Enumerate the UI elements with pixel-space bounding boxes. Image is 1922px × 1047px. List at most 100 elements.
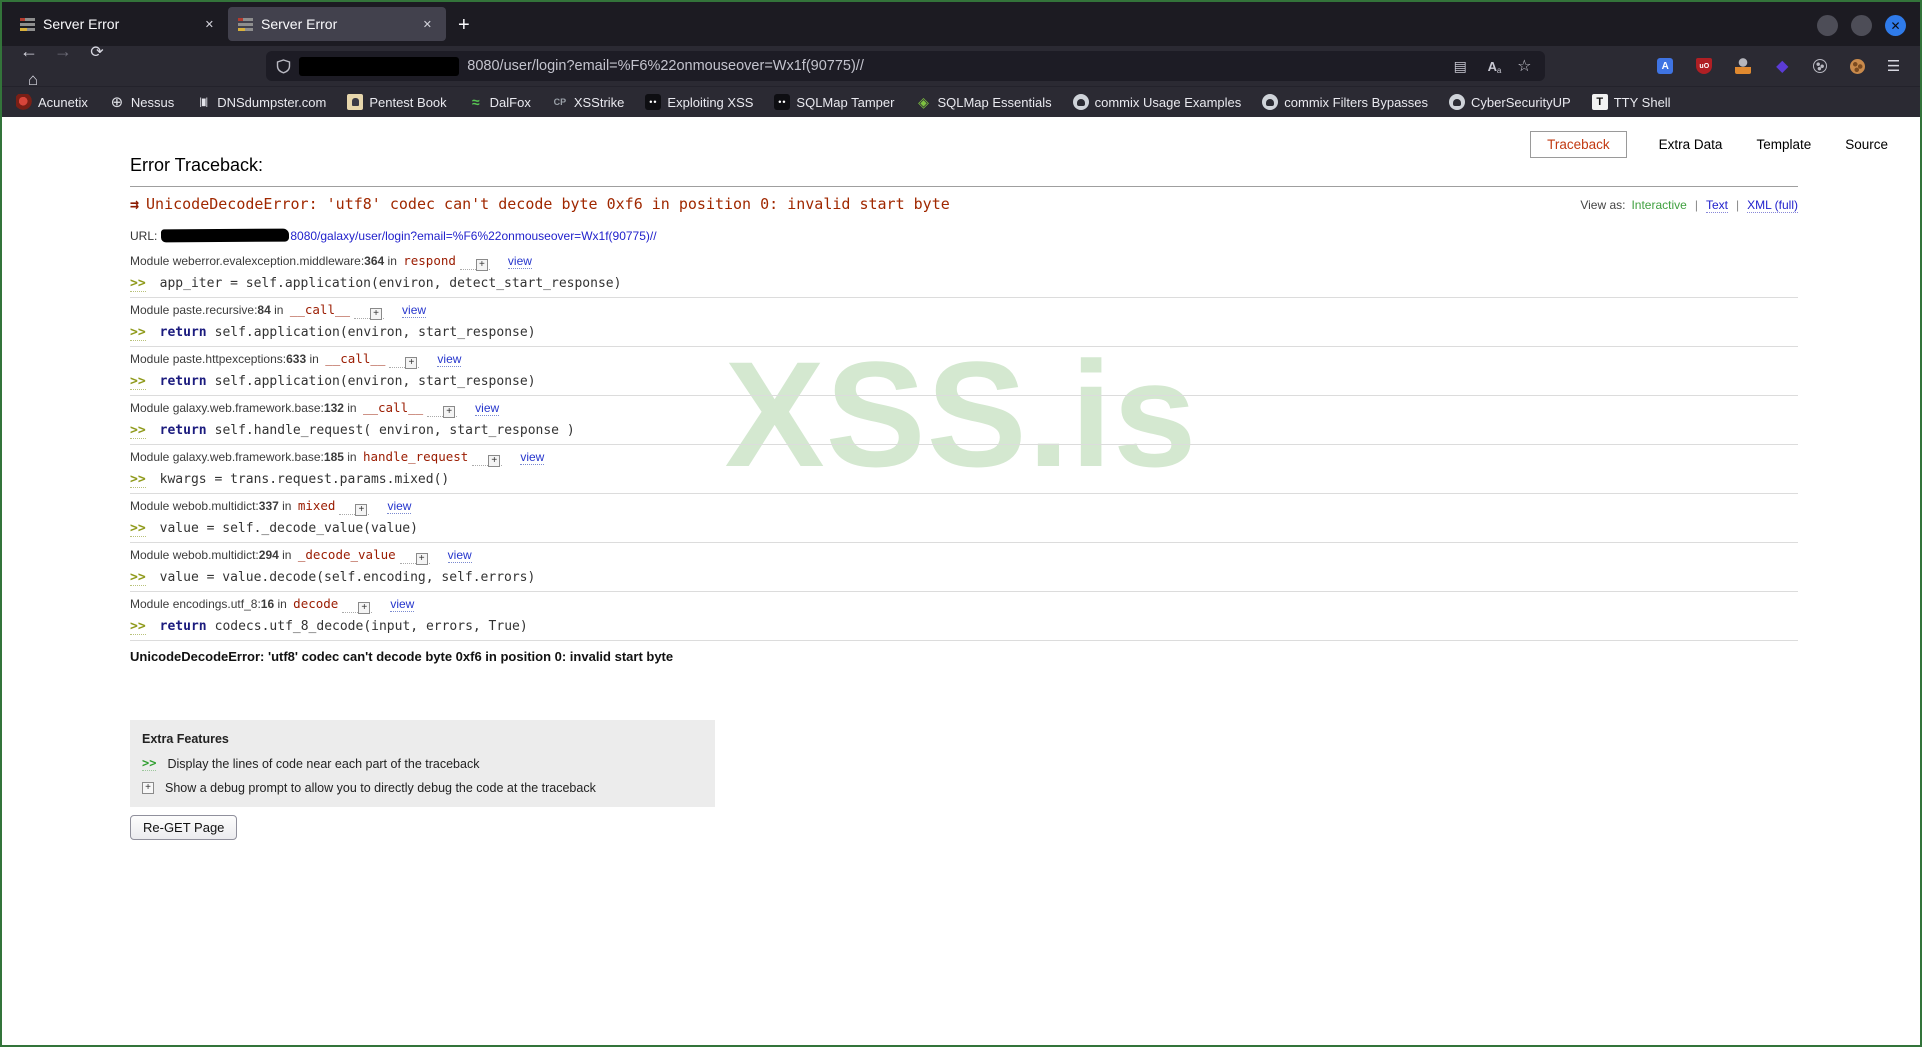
bookmark-item[interactable]: Acunetix: [16, 94, 88, 110]
bookmark-label: Nessus: [130, 94, 175, 110]
page-action-icon[interactable]: [1481, 55, 1503, 77]
expand-icon[interactable]: [355, 504, 368, 516]
bookmark-item[interactable]: XSStrike: [552, 94, 625, 110]
expand-frame-button[interactable]: [459, 254, 490, 271]
code-prompt[interactable]: >>: [130, 619, 146, 635]
extra-feature-icon[interactable]: >>: [142, 756, 157, 771]
bookmark-favicon: [1072, 94, 1089, 110]
toolbar-nav-icon[interactable]: [48, 38, 78, 66]
extra-features-box: Extra Features >> Display the lines of c…: [130, 720, 715, 807]
bookmark-item[interactable]: CyberSecurityUP: [1449, 94, 1571, 110]
page-title: Error Traceback:: [130, 155, 264, 175]
bookmark-item[interactable]: TTY Shell: [1591, 94, 1671, 110]
traceback-nav-button[interactable]: Template: [1754, 132, 1813, 157]
bookmark-item[interactable]: SQLMap Tamper: [774, 94, 894, 110]
page-action-icon[interactable]: [1513, 55, 1535, 77]
address-bar[interactable]: 8080/user/login?email=%F6%22onmouseover=…: [266, 51, 1546, 81]
code-prompt[interactable]: >>: [130, 570, 146, 586]
re-get-page-button[interactable]: Re-GET Page: [130, 815, 238, 840]
function-name: respond: [403, 253, 456, 268]
menu-icon[interactable]: [1879, 52, 1908, 80]
tab-close-icon[interactable]: ✕: [419, 16, 436, 33]
module-name: webob.multidict: [173, 499, 259, 513]
extension-icon[interactable]: [1735, 58, 1752, 74]
browser-tab[interactable]: Server Error ✕: [10, 7, 228, 41]
bookmark-item[interactable]: commix Usage Examples: [1072, 94, 1241, 110]
expand-frame-button[interactable]: [389, 352, 420, 369]
traceback-frame: Module paste.recursive84 in __call__view…: [130, 298, 1798, 347]
expand-frame-button[interactable]: [354, 303, 385, 320]
view-link[interactable]: view: [447, 548, 472, 563]
code-prompt[interactable]: >>: [130, 423, 146, 439]
toolbar-nav-icon[interactable]: [14, 38, 44, 66]
bookmark-favicon: [1591, 94, 1608, 110]
expand-frame-button[interactable]: [472, 450, 503, 467]
tab-close-icon[interactable]: ✕: [201, 16, 218, 33]
request-url-link[interactable]: 8080/galaxy/user/login?email=%F6%22onmou…: [290, 229, 656, 243]
bookmark-favicon: [774, 94, 791, 110]
tab-strip: Server Error ✕ Server Error ✕: [10, 6, 446, 42]
expand-icon[interactable]: [488, 455, 501, 467]
code-prompt[interactable]: >>: [130, 374, 146, 390]
bookmark-item[interactable]: DalFox: [468, 94, 531, 110]
view-link[interactable]: view: [475, 401, 500, 416]
code-prompt[interactable]: >>: [130, 325, 146, 341]
expand-icon[interactable]: [415, 553, 428, 565]
view-as-option[interactable]: XML (full): [1728, 198, 1798, 213]
view-link[interactable]: view: [520, 450, 545, 465]
window-control-button[interactable]: [1851, 15, 1872, 36]
view-link[interactable]: view: [387, 499, 412, 514]
bookmark-item[interactable]: Nessus: [109, 94, 174, 110]
extension-icon[interactable]: [1657, 58, 1674, 74]
expand-icon[interactable]: [475, 259, 488, 271]
traceback-frame: Module encodings.utf_816 in decodeview >…: [130, 592, 1798, 641]
code-prompt[interactable]: >>: [130, 521, 146, 537]
view-link[interactable]: view: [437, 352, 462, 367]
module-label: Module: [130, 352, 170, 366]
expand-frame-button[interactable]: [427, 401, 458, 418]
module-label: Module: [130, 401, 170, 415]
bookmark-item[interactable]: DNSdumpster.com: [195, 94, 326, 110]
traceback-nav-button[interactable]: Traceback: [1530, 131, 1627, 158]
extra-feature-icon[interactable]: +: [142, 782, 154, 794]
bookmark-favicon: [468, 94, 484, 110]
expand-frame-button[interactable]: [342, 597, 373, 614]
new-tab-button[interactable]: +: [446, 8, 482, 42]
extension-icon[interactable]: [1813, 59, 1828, 73]
expand-icon[interactable]: [405, 357, 418, 369]
expand-icon[interactable]: [370, 308, 383, 320]
bookmark-label: CyberSecurityUP: [1471, 94, 1571, 110]
bookmark-item[interactable]: Pentest Book: [347, 94, 447, 110]
expand-icon[interactable]: [358, 602, 371, 614]
view-as-option[interactable]: Text: [1687, 198, 1728, 213]
code-prompt[interactable]: >>: [130, 472, 146, 488]
page-action-icon[interactable]: [1449, 55, 1471, 77]
request-url-line: URL: 8080/galaxy/user/login?email=%F6%22o…: [130, 228, 657, 243]
page-actions: [1449, 55, 1535, 77]
extension-icon[interactable]: [1696, 58, 1713, 74]
view-as-option[interactable]: Interactive: [1631, 198, 1686, 212]
view-link[interactable]: view: [390, 597, 415, 612]
toolbar-nav-icon[interactable]: [82, 38, 112, 66]
traceback-nav-button[interactable]: Extra Data: [1657, 132, 1725, 157]
error-banner: ⇉ UnicodeDecodeError: 'utf8' codec can't…: [130, 195, 950, 213]
expand-frame-button[interactable]: [399, 548, 430, 565]
code-keyword: return: [159, 423, 207, 438]
view-link[interactable]: view: [402, 303, 427, 318]
expand-frame-button[interactable]: [339, 499, 370, 516]
line-number: 132: [323, 401, 344, 415]
view-link[interactable]: view: [507, 254, 532, 269]
code-prompt[interactable]: >>: [130, 276, 146, 292]
expand-icon[interactable]: [443, 406, 456, 418]
window-control-button[interactable]: [1817, 15, 1838, 36]
bookmark-item[interactable]: SQLMap Essentials: [915, 94, 1051, 110]
traceback-nav-button[interactable]: Source: [1843, 132, 1890, 157]
extension-icon[interactable]: [1850, 58, 1866, 74]
extension-icon[interactable]: [1774, 58, 1790, 74]
window-control-button[interactable]: [1885, 15, 1906, 36]
bookmark-item[interactable]: commix Filters Bypasses: [1262, 94, 1428, 110]
tab-title: Server Error: [43, 16, 120, 32]
browser-tab[interactable]: Server Error ✕: [228, 7, 446, 41]
traceback-frame: Module weberror.evalexception.middleware…: [130, 249, 1798, 298]
bookmark-item[interactable]: Exploiting XSS: [645, 94, 753, 110]
